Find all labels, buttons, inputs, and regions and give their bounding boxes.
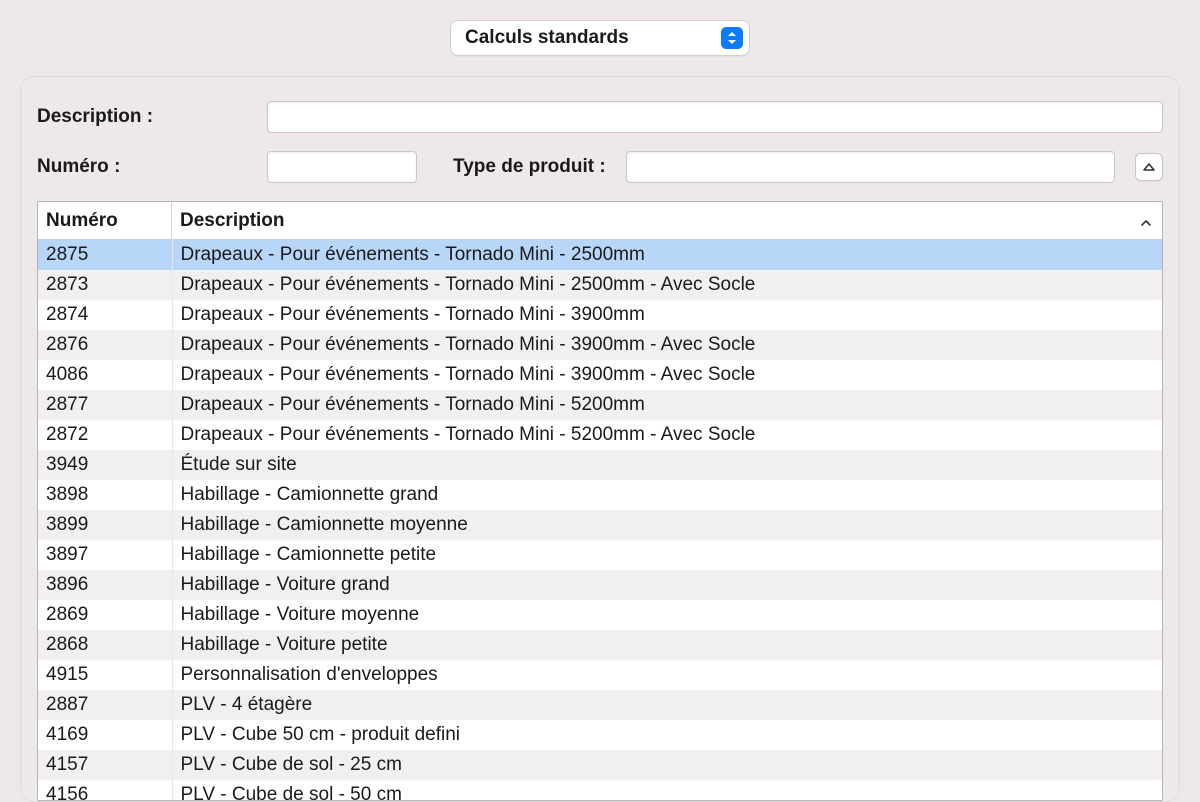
search-panel: Description : Numéro : Type de produit :… <box>20 76 1180 802</box>
chevron-up-down-icon <box>721 27 743 49</box>
cell-numero: 2874 <box>38 300 172 330</box>
cell-numero: 3949 <box>38 450 172 480</box>
cell-numero: 4156 <box>38 780 172 800</box>
table-row[interactable]: 2873Drapeaux - Pour événements - Tornado… <box>38 270 1162 300</box>
table-row[interactable]: 4915Personnalisation d'enveloppes <box>38 660 1162 690</box>
numero-label: Numéro : <box>37 156 257 178</box>
column-header-description[interactable]: Description <box>172 202 1162 239</box>
table-header: Numéro Description <box>38 202 1162 240</box>
type-picker-button[interactable] <box>1135 153 1163 181</box>
sort-indicator-icon <box>1140 212 1152 234</box>
table-row[interactable]: 3899Habillage - Camionnette moyenne <box>38 510 1162 540</box>
description-input[interactable] <box>267 101 1163 133</box>
cell-numero: 3899 <box>38 510 172 540</box>
cell-description: Habillage - Camionnette grand <box>172 480 1162 510</box>
table-row[interactable]: 2872Drapeaux - Pour événements - Tornado… <box>38 420 1162 450</box>
table-row[interactable]: 2887PLV - 4 étagère <box>38 690 1162 720</box>
cell-numero: 4915 <box>38 660 172 690</box>
cell-numero: 2873 <box>38 270 172 300</box>
cell-description: Habillage - Camionnette petite <box>172 540 1162 570</box>
table-row[interactable]: 2875Drapeaux - Pour événements - Tornado… <box>38 240 1162 270</box>
cell-description: PLV - Cube de sol - 50 cm <box>172 780 1162 800</box>
table-row[interactable]: 2868Habillage - Voiture petite <box>38 630 1162 660</box>
table-row[interactable]: 3949Étude sur site <box>38 450 1162 480</box>
cell-description: Habillage - Voiture moyenne <box>172 600 1162 630</box>
cell-description: Drapeaux - Pour événements - Tornado Min… <box>172 420 1162 450</box>
table-row[interactable]: 2869Habillage - Voiture moyenne <box>38 600 1162 630</box>
cell-description: Drapeaux - Pour événements - Tornado Min… <box>172 270 1162 300</box>
cell-numero: 4169 <box>38 720 172 750</box>
cell-numero: 2876 <box>38 330 172 360</box>
cell-numero: 2875 <box>38 240 172 270</box>
table-row[interactable]: 2874Drapeaux - Pour événements - Tornado… <box>38 300 1162 330</box>
table-row[interactable]: 2877Drapeaux - Pour événements - Tornado… <box>38 390 1162 420</box>
cell-description: Habillage - Camionnette moyenne <box>172 510 1162 540</box>
cell-numero: 4157 <box>38 750 172 780</box>
description-label: Description : <box>37 106 257 128</box>
results-table: Numéro Description 2875Drapeaux - Pour é… <box>37 201 1163 801</box>
type-produit-input[interactable] <box>626 151 1115 183</box>
table-row[interactable]: 4169PLV - Cube 50 cm - produit defini <box>38 720 1162 750</box>
cell-numero: 3896 <box>38 570 172 600</box>
table-row[interactable]: 4086Drapeaux - Pour événements - Tornado… <box>38 360 1162 390</box>
cell-numero: 2877 <box>38 390 172 420</box>
table-row[interactable]: 3896Habillage - Voiture grand <box>38 570 1162 600</box>
category-dropdown[interactable]: Calculs standards <box>450 20 750 56</box>
cell-description: Habillage - Voiture grand <box>172 570 1162 600</box>
cell-numero: 2887 <box>38 690 172 720</box>
cell-numero: 3898 <box>38 480 172 510</box>
cell-description: Drapeaux - Pour événements - Tornado Min… <box>172 240 1162 270</box>
table-row[interactable]: 3897Habillage - Camionnette petite <box>38 540 1162 570</box>
cell-numero: 4086 <box>38 360 172 390</box>
table-row[interactable]: 3898Habillage - Camionnette grand <box>38 480 1162 510</box>
cell-numero: 2868 <box>38 630 172 660</box>
table-body-scroll[interactable]: 2875Drapeaux - Pour événements - Tornado… <box>38 240 1162 800</box>
cell-description: Drapeaux - Pour événements - Tornado Min… <box>172 330 1162 360</box>
cell-description: Habillage - Voiture petite <box>172 630 1162 660</box>
category-dropdown-label: Calculs standards <box>465 27 721 49</box>
cell-description: Drapeaux - Pour événements - Tornado Min… <box>172 360 1162 390</box>
cell-description: Drapeaux - Pour événements - Tornado Min… <box>172 300 1162 330</box>
cell-description: PLV - Cube de sol - 25 cm <box>172 750 1162 780</box>
table-row[interactable]: 4156PLV - Cube de sol - 50 cm <box>38 780 1162 800</box>
numero-input[interactable] <box>267 151 417 183</box>
cell-numero: 2872 <box>38 420 172 450</box>
column-header-numero[interactable]: Numéro <box>38 202 172 239</box>
table-row[interactable]: 4157PLV - Cube de sol - 25 cm <box>38 750 1162 780</box>
chevron-up-icon <box>1143 162 1155 172</box>
cell-description: Étude sur site <box>172 450 1162 480</box>
cell-description: Personnalisation d'enveloppes <box>172 660 1162 690</box>
type-label: Type de produit : <box>453 156 606 178</box>
cell-description: Drapeaux - Pour événements - Tornado Min… <box>172 390 1162 420</box>
cell-numero: 3897 <box>38 540 172 570</box>
cell-description: PLV - 4 étagère <box>172 690 1162 720</box>
cell-numero: 2869 <box>38 600 172 630</box>
table-row[interactable]: 2876Drapeaux - Pour événements - Tornado… <box>38 330 1162 360</box>
cell-description: PLV - Cube 50 cm - produit defini <box>172 720 1162 750</box>
